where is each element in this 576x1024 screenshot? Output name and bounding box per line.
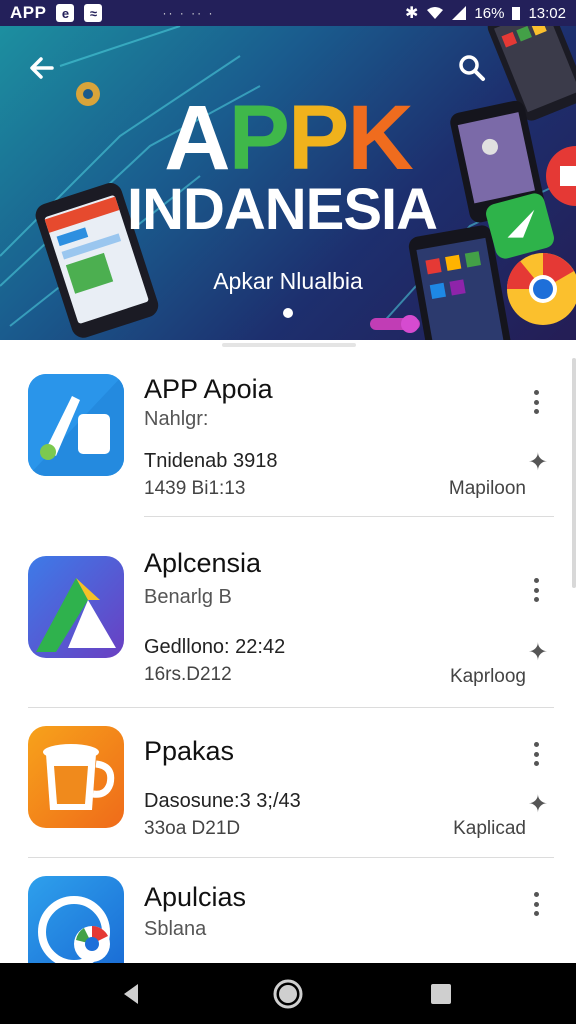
app-detail-line2: 16rs.D212 — [144, 664, 232, 685]
app-name: Apulcias — [144, 882, 247, 912]
sparkle-star-icon[interactable]: ✦ — [528, 790, 548, 819]
triangle-app-icon — [28, 556, 124, 658]
banner-title-line2: INDANESIA — [126, 177, 438, 242]
app-detail-line2: 33oa D21D — [144, 818, 241, 839]
app-name: APP Apoia — [144, 374, 273, 404]
notification-e-icon: e — [56, 4, 75, 22]
status-app-label: APP — [10, 3, 47, 22]
app-action-label[interactable]: Mapiloon — [449, 478, 526, 500]
sparkle-star-icon[interactable]: ✦ — [528, 448, 548, 477]
more-options-icon[interactable] — [526, 386, 546, 418]
sparkle-star-icon[interactable]: ✦ — [528, 638, 548, 667]
divider — [28, 857, 554, 858]
mug-app-icon — [28, 726, 124, 828]
app-detail-line1: Tnidenab 3918 — [144, 450, 278, 472]
app-detail-line1: Dasosune:3 3;/43 — [144, 790, 301, 812]
chrome-app-icon — [28, 876, 124, 963]
banner-title-part4: K — [347, 87, 413, 189]
app-developer: Benarlg B — [144, 586, 232, 608]
app-developer: Nahlgr: — [144, 408, 209, 430]
status-bar: APP e ≈ ·· · ·· · ✱ 16% 13:02 — [0, 0, 576, 26]
divider — [144, 516, 554, 517]
app-action-label[interactable]: Kaprloog — [450, 666, 526, 688]
sheet-handle — [222, 343, 356, 347]
document-app-icon — [28, 374, 124, 476]
app-name: Ppakas — [144, 736, 235, 766]
divider — [28, 707, 554, 708]
banner-title-part2: P — [228, 87, 290, 189]
more-options-icon[interactable] — [526, 888, 546, 920]
home-circle-icon[interactable] — [271, 977, 305, 1011]
banner-subtitle: Apkar Nlualbia — [213, 268, 363, 294]
more-options-icon[interactable] — [526, 738, 546, 770]
status-time: 13:02 — [528, 4, 566, 22]
back-triangle-icon[interactable] — [114, 977, 148, 1011]
more-options-icon[interactable] — [526, 574, 546, 606]
app-detail-line1: Gedllono: 22:42 — [144, 636, 286, 658]
system-nav-bar — [0, 963, 576, 1024]
wifi-icon — [427, 7, 444, 19]
battery-percent: 16% — [474, 4, 505, 22]
banner-title-part1: A — [164, 87, 230, 189]
banner-title-part3: P — [288, 87, 349, 189]
app-detail-line2: 1439 Bi1:13 — [144, 478, 246, 499]
hero-banner: APPK INDANESIA Apkar Nlualbia — [0, 26, 576, 340]
battery-icon — [512, 7, 521, 20]
recents-square-icon[interactable] — [424, 977, 458, 1011]
notification-wave-icon: ≈ — [84, 4, 103, 22]
app-developer: Sblana — [144, 918, 207, 940]
search-icon[interactable] — [454, 50, 490, 86]
bluetooth-icon: ✱ — [405, 5, 419, 22]
app-name: Aplcensia — [144, 548, 262, 578]
carousel-indicator-dot[interactable] — [283, 308, 293, 318]
signal-icon — [452, 6, 467, 20]
app-action-label[interactable]: Kaplicad — [453, 818, 526, 840]
scrollbar[interactable] — [572, 358, 576, 588]
back-arrow-icon[interactable] — [24, 50, 60, 86]
notification-dots: ·· · ·· · — [162, 6, 215, 20]
